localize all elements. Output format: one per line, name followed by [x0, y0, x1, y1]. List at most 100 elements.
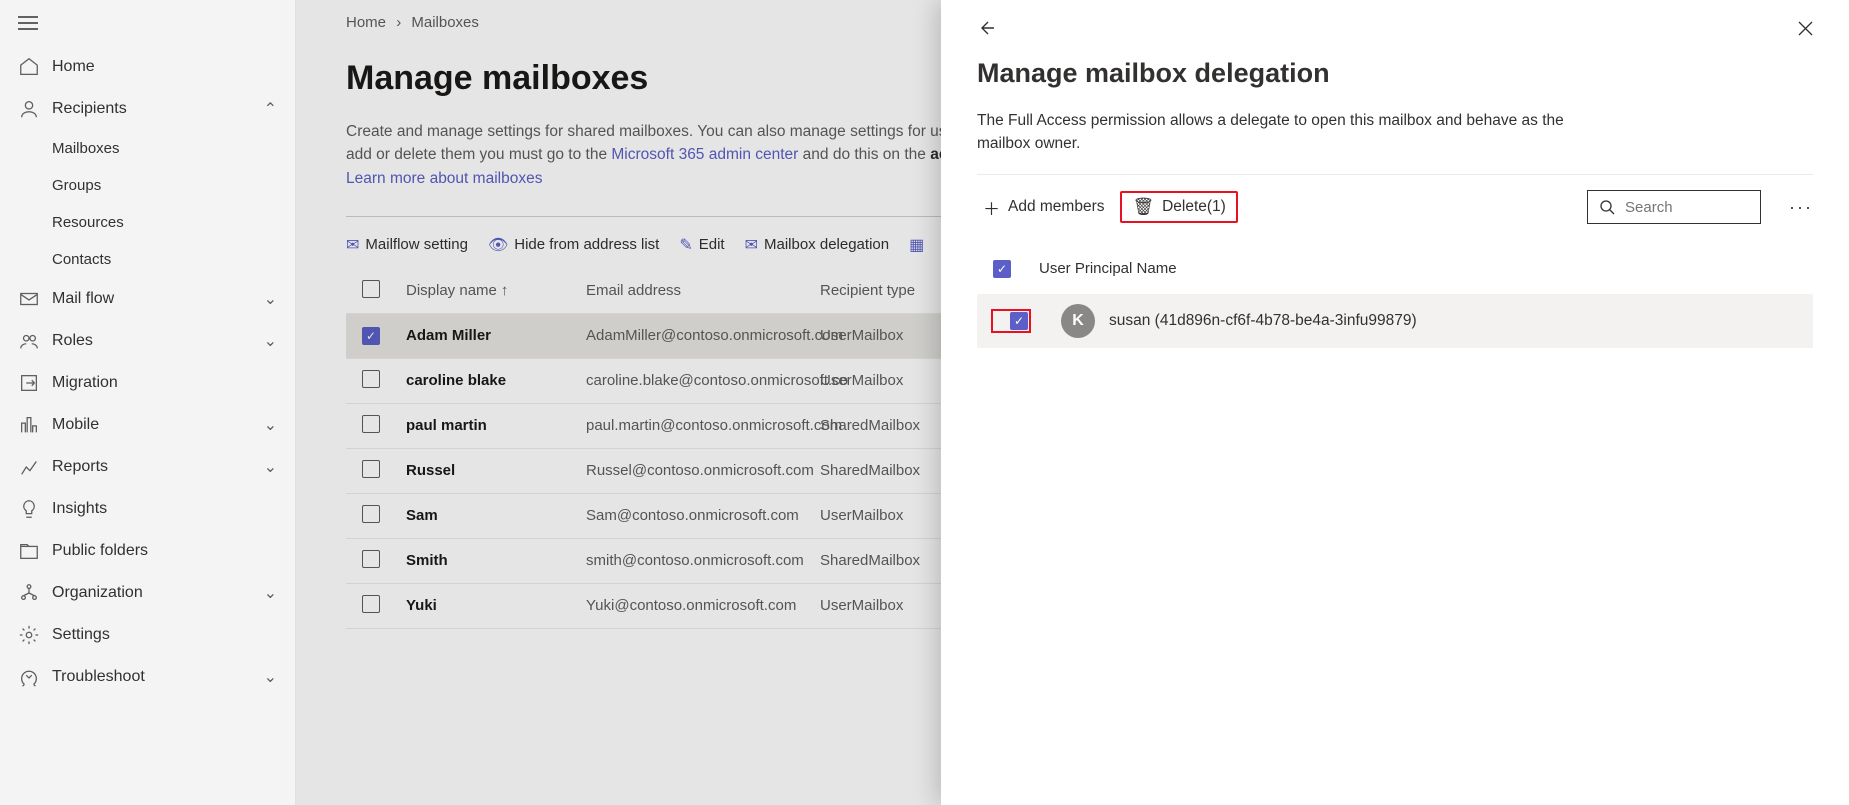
home-icon [18, 56, 42, 78]
sidebar-item-home[interactable]: Home [0, 46, 295, 88]
cell-email: Sam@contoso.onmicrosoft.com [586, 507, 820, 524]
row-checkbox[interactable] [362, 415, 380, 433]
trouble-icon [18, 666, 42, 688]
sidebar-item-label: Roles [52, 332, 93, 350]
cell-email: Russel@contoso.onmicrosoft.com [586, 462, 820, 479]
breadcrumb-home[interactable]: Home [346, 14, 386, 31]
mail-icon [18, 288, 42, 310]
cell-display-name: Sam [406, 507, 586, 524]
member-principal-name: susan (41d896n-cf6f-4b78-be4a-3infu99879… [1109, 312, 1417, 330]
sidebar-item-label: Reports [52, 458, 108, 476]
sidebar-item-label: Contacts [52, 251, 111, 268]
learn-more-link[interactable]: Learn more about mailboxes [346, 170, 542, 187]
delete-button[interactable]: 🗑 Delete(1) [1120, 191, 1237, 223]
folders-icon [18, 540, 42, 562]
cell-email: paul.martin@contoso.onmicrosoft.com [586, 417, 820, 434]
edit-button[interactable]: ✎Edit [679, 235, 724, 255]
panel-title: Manage mailbox delegation [977, 58, 1813, 89]
sidebar-item-organization[interactable]: Organization ⌄ [0, 572, 295, 614]
chevron-down-icon: ⌄ [264, 583, 277, 603]
row-checkbox[interactable] [362, 550, 380, 568]
hamburger-menu[interactable] [0, 0, 295, 46]
sidebar-item-reports[interactable]: Reports ⌄ [0, 446, 295, 488]
overflow-menu[interactable]: ··· [1789, 197, 1813, 218]
search-box[interactable] [1587, 190, 1761, 224]
hide-from-list-button[interactable]: 👁Hide from address list [488, 235, 659, 255]
chevron-down-icon: ⌄ [264, 289, 277, 309]
sidebar-item-label: Settings [52, 626, 110, 644]
member-table-header: ✓ User Principal Name [977, 260, 1813, 278]
migration-icon [18, 372, 42, 394]
sidebar-item-label: Resources [52, 214, 124, 231]
mailflow-setting-button[interactable]: ✉Mailflow setting [346, 235, 468, 255]
sidebar: HomeRecipients⌃ Mailboxes Groups Resources C… [0, 0, 296, 805]
sidebar-item-label: Troubleshoot [52, 668, 145, 686]
sidebar-item-roles[interactable]: Roles ⌄ [0, 320, 295, 362]
cell-type: UserMailbox [820, 507, 960, 524]
cell-type: SharedMailbox [820, 462, 960, 479]
sidebar-item-label: Mail flow [52, 290, 114, 308]
col-principal-name: User Principal Name [1039, 260, 1177, 277]
close-icon [1798, 21, 1813, 36]
sidebar-item-mobile[interactable]: Mobile ⌄ [0, 404, 295, 446]
sidebar-item-label: Organization [52, 584, 143, 602]
sidebar-item-mail-flow[interactable]: Mail flow ⌄ [0, 278, 295, 320]
add-members-button[interactable]: ＋ Add members [977, 189, 1110, 226]
sidebar-subitem-contacts[interactable]: Contacts [0, 241, 295, 278]
sidebar-item-troubleshoot[interactable]: Troubleshoot ⌄ [0, 656, 295, 698]
chevron-down-icon: ⌄ [264, 667, 277, 687]
sidebar-item-label: Groups [52, 177, 101, 194]
back-button[interactable] [977, 19, 995, 37]
admin-center-link[interactable]: Microsoft 365 admin center [611, 146, 798, 163]
person-icon [18, 98, 42, 120]
mailbox-delegation-button[interactable]: ✉Mailbox delegation [745, 235, 890, 255]
sidebar-item-migration[interactable]: Migration [0, 362, 295, 404]
arrow-left-icon [977, 19, 995, 37]
cell-display-name: Adam Miller [406, 327, 586, 344]
select-all-members-checkbox[interactable]: ✓ [993, 260, 1011, 278]
cell-email: AdamMiller@contoso.onmicrosoft.com [586, 327, 820, 344]
sidebar-item-label: Mobile [52, 416, 99, 434]
member-checkbox[interactable]: ✓ [1010, 312, 1028, 330]
reports-icon [18, 456, 42, 478]
row-checkbox[interactable]: ✓ [362, 327, 380, 345]
cell-display-name: Russel [406, 462, 586, 479]
row-checkbox[interactable] [362, 460, 380, 478]
roles-icon [18, 330, 42, 352]
col-display-name[interactable]: Display name [406, 282, 497, 299]
chevron-down-icon: ⌄ [264, 331, 277, 351]
cell-type: UserMailbox [820, 372, 960, 389]
col-email[interactable]: Email address [586, 282, 820, 299]
sort-asc-icon: ↑ [501, 282, 509, 299]
sidebar-subitem-mailboxes[interactable]: Mailboxes [0, 130, 295, 167]
cell-type: SharedMailbox [820, 417, 960, 434]
sidebar-item-label: Migration [52, 374, 118, 392]
cell-email: Yuki@contoso.onmicrosoft.com [586, 597, 820, 614]
more-button[interactable]: ▦ [909, 235, 924, 255]
hamburger-icon [18, 16, 38, 30]
row-checkbox[interactable] [362, 505, 380, 523]
search-input[interactable] [1625, 199, 1748, 216]
col-type[interactable]: Recipient type [820, 282, 960, 299]
sidebar-item-insights[interactable]: Insights [0, 488, 295, 530]
close-button[interactable] [1798, 21, 1813, 36]
row-checkbox[interactable] [362, 370, 380, 388]
member-row[interactable]: ✓ K susan (41d896n-cf6f-4b78-be4a-3infu9… [977, 294, 1813, 348]
sidebar-item-public-folders[interactable]: Public folders [0, 530, 295, 572]
chevron-down-icon: ⌄ [264, 457, 277, 477]
sidebar-subitem-resources[interactable]: Resources [0, 204, 295, 241]
mailflow-icon: ✉ [346, 235, 359, 255]
cell-display-name: caroline blake [406, 372, 586, 389]
sidebar-item-recipients[interactable]: Recipients⌃ [0, 88, 295, 130]
row-checkbox[interactable] [362, 595, 380, 613]
cell-type: UserMailbox [820, 597, 960, 614]
sidebar-item-label: Mailboxes [52, 140, 120, 157]
sidebar-subitem-groups[interactable]: Groups [0, 167, 295, 204]
org-icon [18, 582, 42, 604]
sidebar-item-settings[interactable]: Settings [0, 614, 295, 656]
panel-description: The Full Access permission allows a dele… [977, 109, 1617, 156]
select-all-checkbox[interactable] [362, 280, 380, 298]
avatar: K [1061, 304, 1095, 338]
trash-icon: 🗑 [1132, 197, 1154, 217]
chevron-down-icon: ⌄ [264, 415, 277, 435]
